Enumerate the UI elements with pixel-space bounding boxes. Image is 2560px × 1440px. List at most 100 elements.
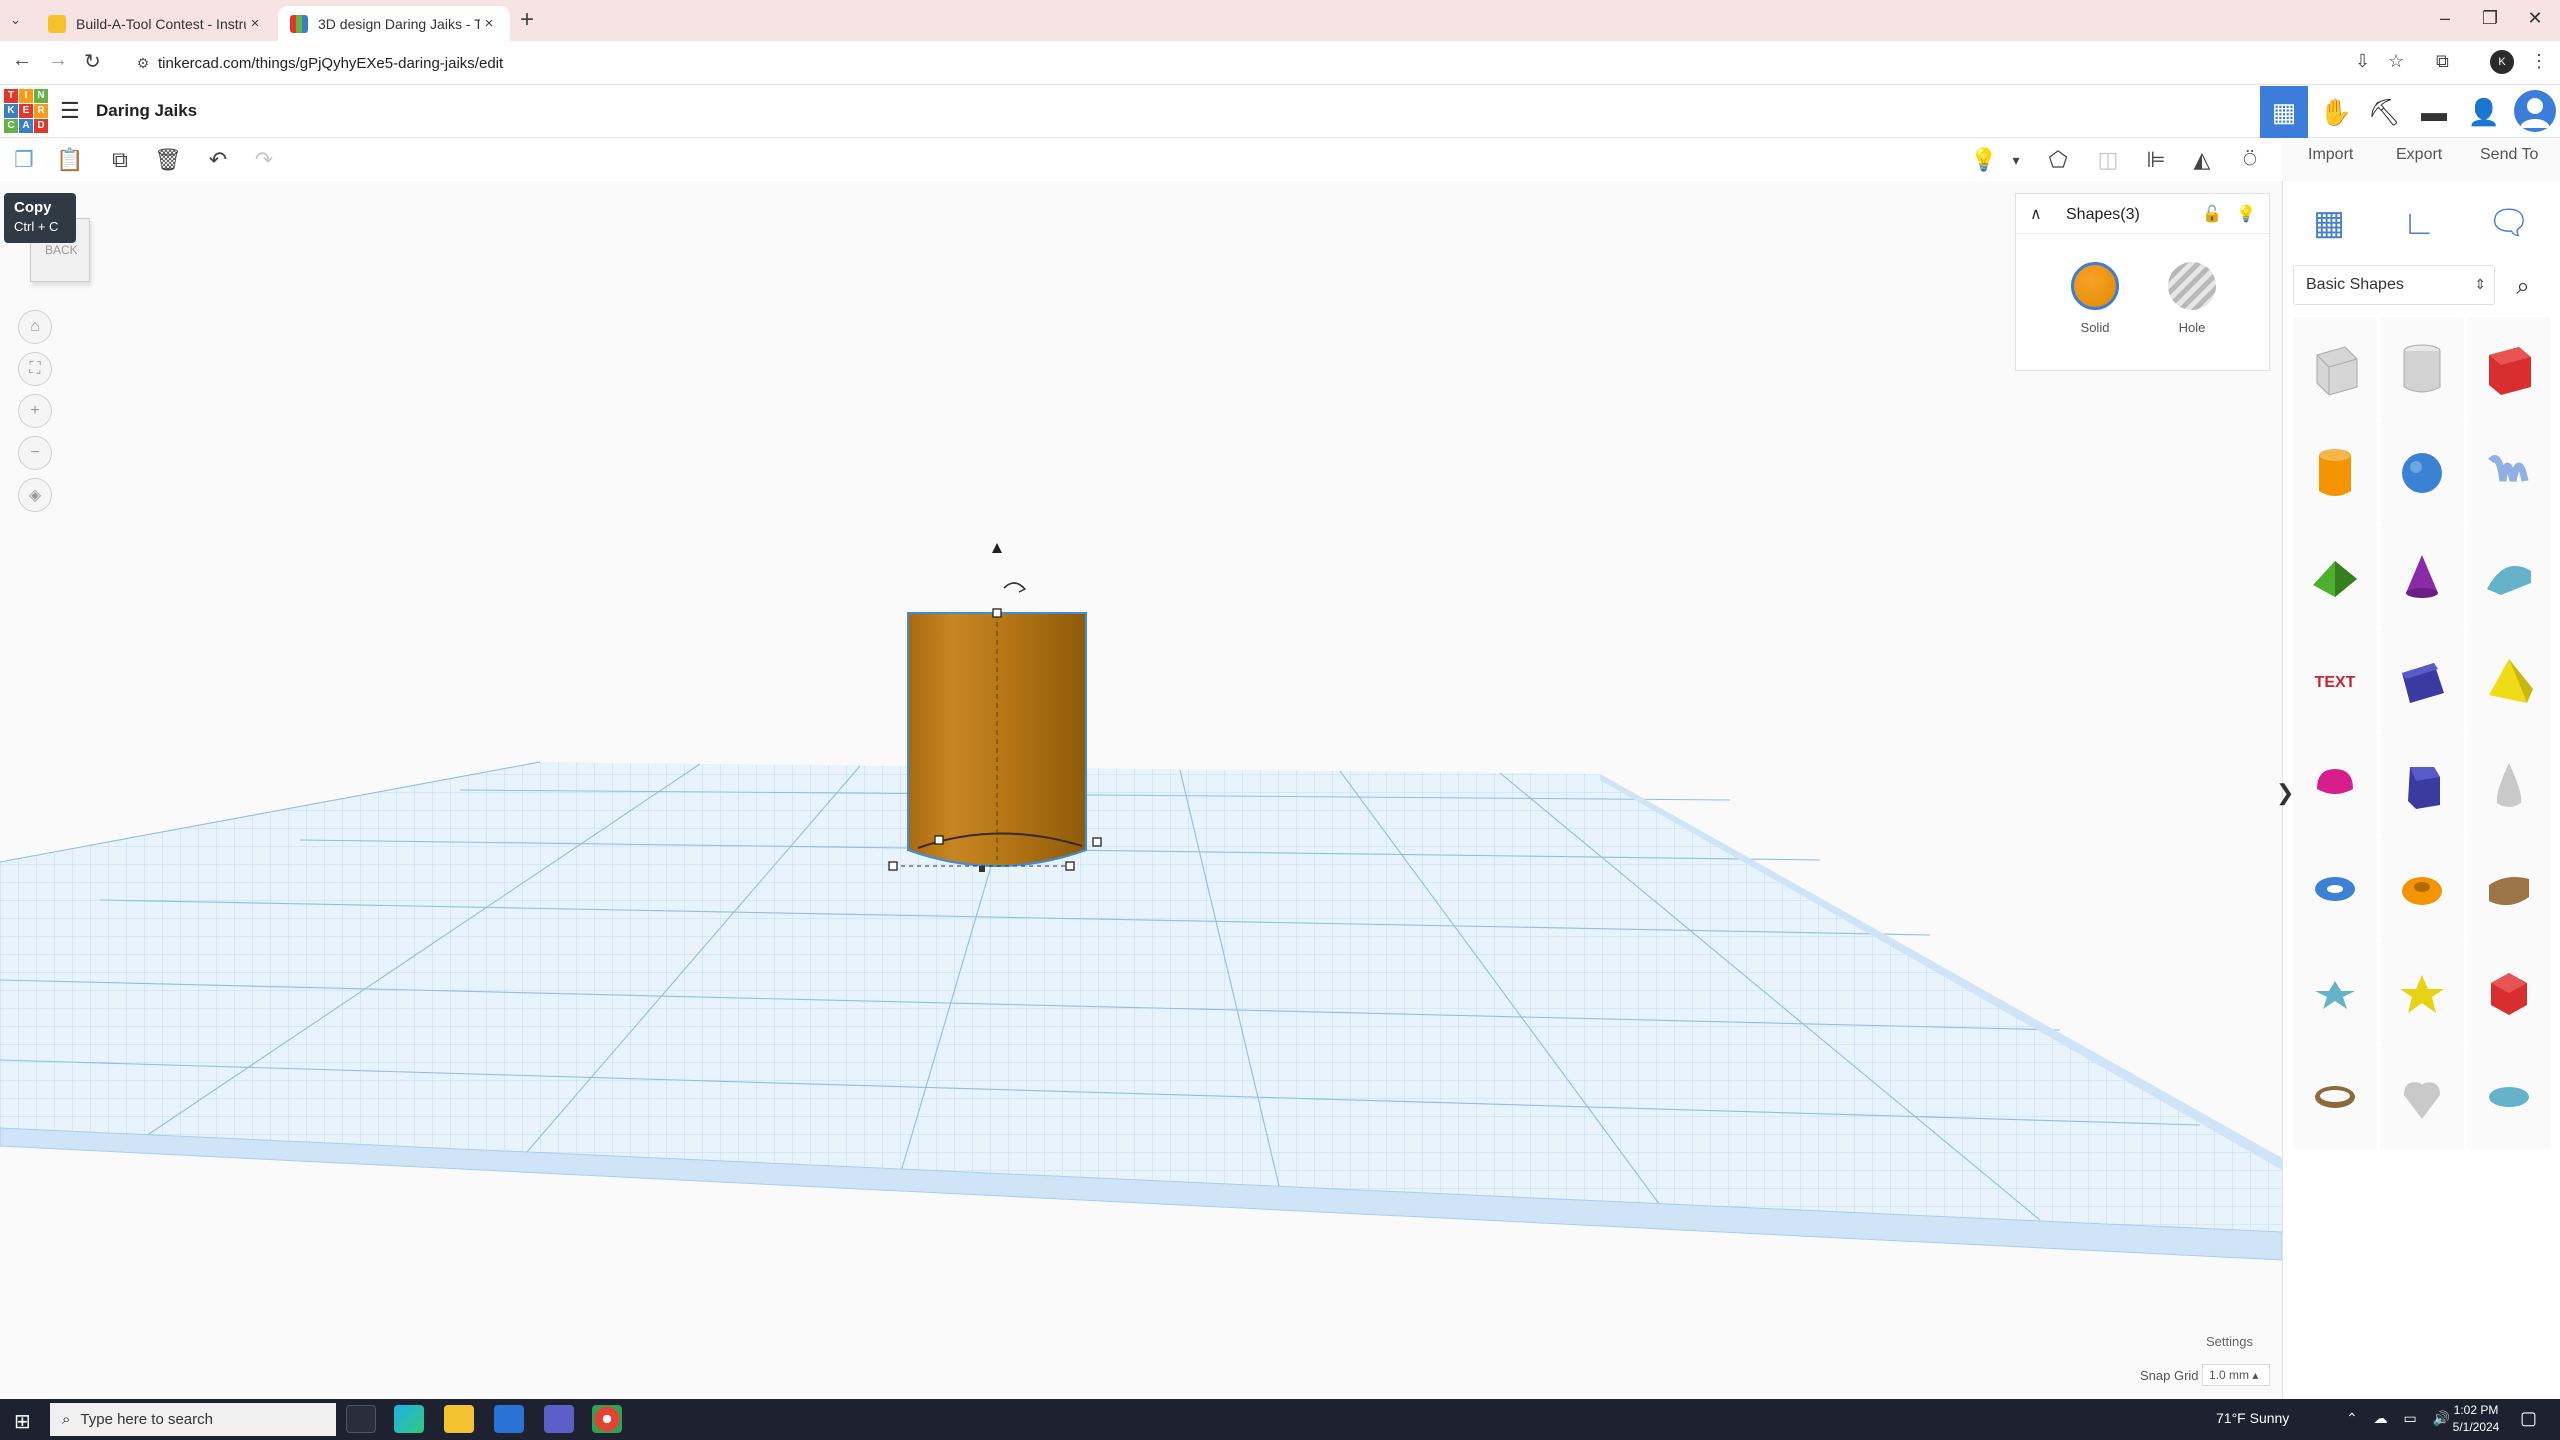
add-user-icon[interactable]: 👤 [2460,86,2508,138]
workplane-grid-icon[interactable]: ▦ [2299,193,2359,253]
paste-icon[interactable]: 📋 [52,145,88,175]
forward-icon[interactable]: → [48,49,68,72]
browser-menu-icon[interactable]: ⋮ [2530,51,2548,72]
visibility-bulb-icon[interactable]: 💡 [2236,204,2256,224]
system-tray-icons[interactable]: ⌃ ☁ ▭ 🔊 [2346,1410,2456,1427]
hand-icon[interactable]: ✋ [2312,86,2360,138]
shape-scribble[interactable] [2467,421,2551,525]
tab-close-icon[interactable]: × [246,15,264,32]
solid-color-swatch[interactable] [2071,262,2119,310]
new-tab-button[interactable]: + [520,6,534,34]
chrome-icon[interactable] [592,1405,622,1433]
undo-icon[interactable]: ↶ [200,145,236,175]
workplane-grid[interactable] [0,761,2282,1261]
light-bulb-icon[interactable]: 💡 [1966,145,2002,175]
shape-wedge[interactable] [2380,629,2464,733]
tab-close-icon[interactable]: × [480,15,498,32]
delete-icon[interactable]: 🗑 [150,145,186,175]
shape-round-roof[interactable] [2467,525,2551,629]
export-button[interactable]: Export [2396,146,2442,164]
shape-cylinder[interactable] [2293,421,2377,525]
task-view-icon[interactable] [346,1405,376,1433]
lock-icon[interactable]: 🔓 [2202,204,2222,224]
copy-icon[interactable]: ❐ [6,145,42,175]
extensions-icon[interactable]: ⧉ [2436,51,2449,72]
collapse-chevron-icon[interactable]: ∧ [2030,204,2042,224]
shape-category-select[interactable]: Basic Shapes ⇕ [2293,265,2495,305]
shape-paraboloid[interactable] [2467,733,2551,837]
shape-star-gold[interactable] [2380,941,2464,1045]
home-view-icon[interactable]: ⌂ [18,310,52,344]
hole-swatch[interactable] [2168,262,2216,310]
shape-shape-generator[interactable] [2467,837,2551,941]
ruler-icon[interactable]: ∟ [2389,193,2449,253]
taskbar-search-box[interactable]: ⌕ Type here to search [50,1403,336,1436]
tinkercad-logo[interactable]: TIN KER CAD [4,89,48,133]
cruise-icon[interactable]: ⍥ [2232,145,2268,175]
shape-polygon[interactable] [2380,733,2464,837]
design-menu-icon[interactable]: ☰ [60,98,80,124]
snap-grid-select[interactable]: 1.0 mm ▴ [2202,1364,2270,1386]
windows-start-icon[interactable]: ⊞ [14,1409,31,1434]
bookmark-star-icon[interactable]: ☆ [2388,51,2404,72]
zoom-out-icon[interactable]: − [18,436,52,470]
back-icon[interactable]: ← [12,49,32,72]
shape-ellipsoid[interactable] [2467,1045,2551,1149]
redo-icon[interactable]: ↷ [246,145,282,175]
shape-sphere[interactable] [2380,421,2464,525]
fit-view-icon[interactable]: ⛶ [18,352,52,386]
shape-cone[interactable] [2380,525,2464,629]
shape-half-sphere[interactable] [2293,733,2377,837]
selected-cylinder-shape[interactable] [893,612,1087,867]
lift-arrow-icon[interactable] [992,543,1002,553]
duplicate-icon[interactable]: ⧉ [102,145,138,175]
user-avatar[interactable] [2514,90,2556,132]
taskbar-clock[interactable]: 1:02 PM 5/1/2024 [2446,1402,2506,1436]
close-window-button[interactable]: ✕ [2520,8,2550,29]
notification-icon[interactable]: ▢ [2520,1408,2537,1429]
shape-cylinder-hole[interactable] [2380,317,2464,421]
weather-widget[interactable]: 71°F Sunny [2216,1410,2289,1426]
workplane-canvas[interactable] [0,181,2282,1399]
teams-icon[interactable] [544,1405,574,1433]
tab-instructables[interactable]: Build-A-Tool Contest - Instructa × [36,6,276,41]
install-app-icon[interactable]: ⇩ [2355,51,2370,72]
notes-icon[interactable]: 🗨 [2479,193,2539,253]
reload-icon[interactable]: ↻ [84,49,101,74]
edge-icon[interactable] [394,1405,424,1433]
group-icon[interactable]: ◫ [2090,145,2126,175]
mirror-icon[interactable]: ◭ [2184,145,2220,175]
perspective-icon[interactable]: ◈ [18,478,52,512]
shape-ring[interactable] [2293,1045,2377,1149]
shape-roof[interactable] [2293,525,2377,629]
import-button[interactable]: Import [2308,146,2353,164]
pickaxe-icon[interactable]: ⛏ [2360,86,2408,138]
shape-tube[interactable] [2380,837,2464,941]
send-to-button[interactable]: Send To [2480,146,2538,164]
shape-text[interactable]: TEXT [2293,629,2377,733]
align-icon[interactable]: ⊫ [2138,145,2174,175]
shape-icosahedron[interactable] [2467,941,2551,1045]
zoom-in-icon[interactable]: + [18,394,52,428]
restore-button[interactable]: ❐ [2475,8,2505,29]
bricks-icon[interactable]: ▬ [2410,86,2458,138]
shape-box-hole[interactable] [2293,317,2377,421]
address-bar[interactable]: ⚙ tinkercad.com/things/gPjQyhyEXe5-darin… [120,46,2350,80]
grid-view-icon[interactable]: ▦ [2260,86,2308,138]
tab-tinkercad[interactable]: 3D design Daring Jaiks - Tinker × [278,6,510,41]
shape-star[interactable] [2293,941,2377,1045]
shape-box[interactable] [2467,317,2551,421]
shape-heart[interactable] [2380,1045,2464,1149]
tab-search-chevron-icon[interactable]: ⌄ [10,12,21,28]
light-dropdown-icon[interactable]: ▾ [1998,145,2034,175]
workplane-icon[interactable]: ⬠ [2040,145,2076,175]
minimize-button[interactable]: – [2430,8,2460,29]
shape-pyramid[interactable] [2467,629,2551,733]
collapse-panel-arrow-icon[interactable]: ❯ [2276,780,2294,806]
settings-button[interactable]: Settings [2206,1334,2253,1349]
file-explorer-icon[interactable] [444,1405,474,1433]
shape-torus[interactable] [2293,837,2377,941]
browser-profile-avatar[interactable]: K [2490,50,2514,74]
store-icon[interactable] [494,1405,524,1433]
shape-search-icon[interactable]: ⌕ [2505,269,2541,305]
